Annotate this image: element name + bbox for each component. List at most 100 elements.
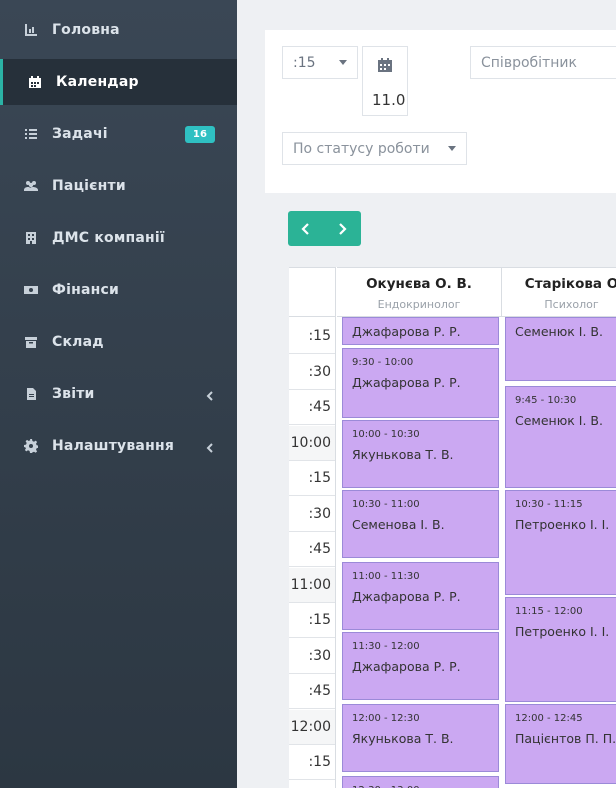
date-value: 11.0 <box>372 91 406 109</box>
time-slot-label: :45 <box>289 674 335 709</box>
sidebar: Головна Календар Задачі 16 Пацієнти ДМС … <box>0 0 237 788</box>
chevron-right-icon <box>339 222 347 235</box>
time-slot-label: :15 <box>289 745 335 780</box>
next-button[interactable] <box>324 211 360 246</box>
sidebar-item-finance[interactable]: Фінанси <box>0 267 237 313</box>
main-content: :15 11.0 Співробітник По статусу роботи … <box>237 0 616 788</box>
appointment-patient: Семенюк І. В. <box>515 413 603 428</box>
time-slot-label: :45 <box>289 390 335 425</box>
doctor-name: Окунєва О. В. <box>366 276 472 292</box>
employee-select[interactable]: Співробітник <box>470 46 616 79</box>
sidebar-item-label: Склад <box>52 334 104 350</box>
gear-icon <box>22 439 40 453</box>
doctor-role: Ендокринолог <box>377 298 461 311</box>
appointment-time: 11:15 - 12:00 <box>515 606 583 617</box>
time-header <box>289 267 336 317</box>
users-icon <box>22 179 40 193</box>
status-select[interactable]: По статусу роботи <box>282 132 467 165</box>
time-slot-label: 10:00 <box>289 425 335 461</box>
time-slot-label: :30 <box>289 355 335 390</box>
appointment-time: 9:30 - 10:00 <box>352 357 414 368</box>
appointment-patient: Якунькова Т. В. <box>352 447 454 462</box>
appointment-card[interactable]: 12:30 - 13:00 <box>342 776 499 788</box>
appointment-patient: Джафарова Р. Р. <box>352 375 461 390</box>
appointment-patient: Петроенко І. І. <box>515 517 610 532</box>
time-slot-label: :45 <box>289 532 335 567</box>
appointment-time: 10:30 - 11:15 <box>515 499 583 510</box>
doctor-name: Старікова О <box>524 276 616 292</box>
appointment-time: 9:45 - 10:30 <box>515 395 577 406</box>
interval-value: :15 <box>293 54 316 71</box>
sidebar-item-label: Фінанси <box>52 282 119 298</box>
appointment-card[interactable]: 9:45 - 10:30 Семенюк І. В. <box>505 386 616 488</box>
sidebar-item-label: ДМС компанії <box>52 230 165 246</box>
time-slot-label: :15 <box>289 603 335 638</box>
appointment-patient: Якунькова Т. В. <box>352 731 454 746</box>
appointment-time: 11:00 - 11:30 <box>352 571 420 582</box>
appointment-card[interactable]: 10:30 - 11:15 Петроенко І. І. <box>505 490 616 595</box>
appointment-card[interactable]: 11:30 - 12:00 Джафарова Р. Р. <box>342 632 499 700</box>
sidebar-item-reports[interactable]: Звіти <box>0 371 237 417</box>
appointment-card[interactable]: 10:30 - 11:00 Семенова І. В. <box>342 490 499 558</box>
appointment-card[interactable]: 9:30 - 10:00 Джафарова Р. Р. <box>342 348 499 418</box>
sidebar-item-tasks[interactable]: Задачі 16 <box>0 111 237 157</box>
appointment-patient: Семенова І. В. <box>352 517 445 532</box>
time-slot-label: 12:00 <box>289 709 335 745</box>
appointment-card[interactable]: Джафарова Р. Р. <box>342 317 499 345</box>
time-slot-label: :15 <box>289 319 335 354</box>
doctor-role: Психолог <box>544 298 599 311</box>
appointment-card[interactable]: 11:15 - 12:00 Петроенко І. І. <box>505 597 616 702</box>
time-column: :15:30:45 10:00:15:30:45 11:00:15:30:45 12:… <box>289 267 336 788</box>
time-slot-label: :30 <box>289 639 335 674</box>
sidebar-item-warehouse[interactable]: Склад <box>0 319 237 365</box>
appointment-patient: Семенюк І. В. <box>515 324 603 339</box>
prev-button[interactable] <box>288 211 324 246</box>
caret-down-icon <box>448 146 456 151</box>
appointment-patient: Джафарова Р. Р. <box>352 589 461 604</box>
archive-icon <box>22 335 40 349</box>
building-icon <box>22 231 40 245</box>
sidebar-item-label: Пацієнти <box>52 178 126 194</box>
appointment-patient: Пацієнтов П. П. <box>515 731 616 746</box>
calendar-icon <box>377 57 393 73</box>
appointment-patient: Петроенко І. І. <box>515 624 610 639</box>
date-nav-group <box>288 211 361 246</box>
chevron-left-icon <box>205 389 215 401</box>
interval-select[interactable]: :15 <box>282 46 358 79</box>
sidebar-item-insurance[interactable]: ДМС компанії <box>0 215 237 261</box>
appointment-card[interactable]: Семенюк І. В. <box>505 317 616 381</box>
time-slot-label: :30 <box>289 497 335 532</box>
appointment-card[interactable]: 12:00 - 12:45 Пацієнтов П. П. <box>505 704 616 784</box>
appointment-patient: Джафарова Р. Р. <box>352 324 461 339</box>
sidebar-item-settings[interactable]: Налаштування <box>0 423 237 469</box>
appointment-time: 12:00 - 12:45 <box>515 713 583 724</box>
calendar-grid: :15:30:45 10:00:15:30:45 11:00:15:30:45 12:… <box>289 267 616 788</box>
appointment-time: 10:30 - 11:00 <box>352 499 420 510</box>
sidebar-item-label: Головна <box>52 22 120 38</box>
sidebar-item-label: Календар <box>56 74 139 90</box>
sidebar-item-label: Налаштування <box>52 438 175 454</box>
appointment-time: 11:30 - 12:00 <box>352 641 420 652</box>
file-icon <box>22 387 40 401</box>
sidebar-item-label: Задачі <box>52 126 108 142</box>
caret-down-icon <box>339 60 347 65</box>
tasks-count-badge: 16 <box>185 125 215 143</box>
time-slot-label: :15 <box>289 461 335 496</box>
sidebar-item-calendar[interactable]: Календар <box>0 59 237 105</box>
employee-placeholder: Співробітник <box>481 54 577 71</box>
sidebar-item-patients[interactable]: Пацієнти <box>0 163 237 209</box>
appointment-time: 10:00 - 10:30 <box>352 429 420 440</box>
appointment-time: 12:00 - 12:30 <box>352 713 420 724</box>
status-placeholder: По статусу роботи <box>293 140 430 157</box>
date-picker[interactable]: 11.0 <box>362 46 408 116</box>
calendar-icon <box>26 75 44 89</box>
appointment-card[interactable]: 10:00 - 10:30 Якунькова Т. В. <box>342 420 499 488</box>
sidebar-item-home[interactable]: Головна <box>0 7 237 53</box>
list-icon <box>22 127 40 141</box>
time-slot-label: 11:00 <box>289 567 335 603</box>
appointment-card[interactable]: 12:00 - 12:30 Якунькова Т. В. <box>342 704 499 772</box>
appointment-card[interactable]: 11:00 - 11:30 Джафарова Р. Р. <box>342 562 499 630</box>
column-header: Окунєва О. В. Ендокринолог <box>337 267 502 317</box>
sidebar-item-label: Звіти <box>52 386 95 402</box>
chevron-left-icon <box>205 441 215 453</box>
